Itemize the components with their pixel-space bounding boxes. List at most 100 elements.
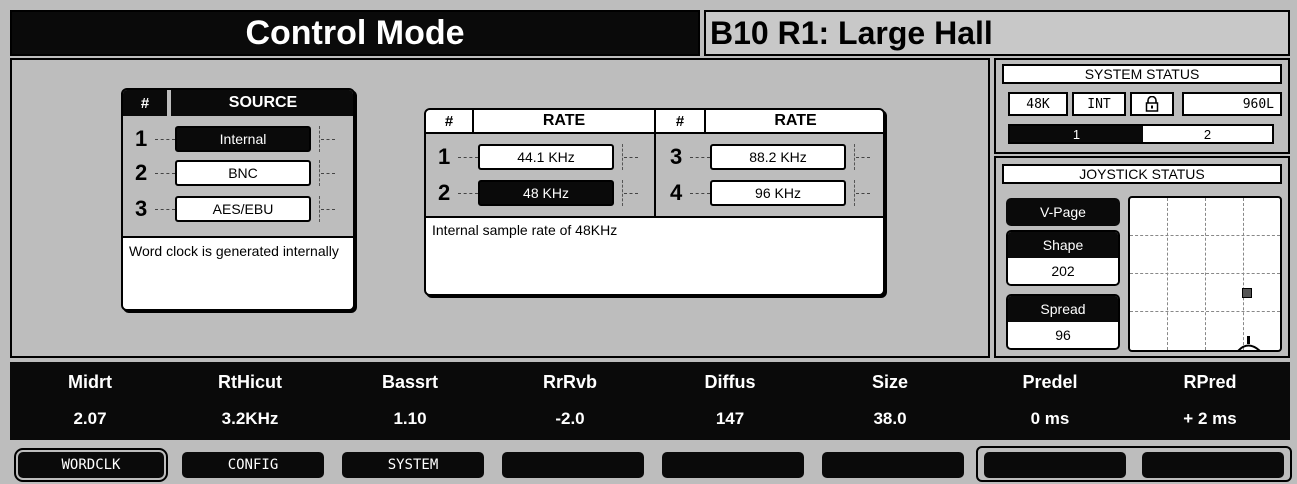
joystick-grid-v3 — [1243, 198, 1244, 350]
shape-value: 202 — [1008, 258, 1118, 284]
rate-option-48[interactable]: 48 KHz — [478, 180, 614, 206]
rate-header-2: RATE — [706, 110, 883, 134]
source-num-1: 1 — [135, 126, 148, 151]
joystick-grid-h1 — [1130, 235, 1280, 236]
rate-box: # RATE # RATE 1 44.1 KHz 2 48 KHz 3 88.2… — [424, 108, 885, 296]
param-rrrvb-value[interactable]: -2.0 — [490, 409, 650, 429]
joystick-grid-h3 — [1130, 311, 1280, 312]
listener-icon — [1237, 336, 1261, 350]
joystick-grid-h2 — [1130, 273, 1280, 274]
source-tick-3 — [319, 196, 320, 222]
param-bassrt-value[interactable]: 1.10 — [330, 409, 490, 429]
parameter-name-row: Midrt RtHicut Bassrt RrRvb Diffus Size P… — [10, 372, 1290, 393]
param-diffus-name: Diffus — [704, 372, 756, 392]
source-connector-1 — [155, 139, 175, 140]
softkey-5[interactable] — [662, 452, 804, 478]
rate-connector-4 — [690, 193, 710, 194]
rate-option-88-2[interactable]: 88.2 KHz — [710, 144, 846, 170]
source-tail-2 — [321, 173, 335, 174]
rate-num-4: 4 — [670, 180, 683, 205]
source-option-aes-ebu[interactable]: AES/EBU — [175, 196, 311, 222]
param-midrt-value[interactable]: 2.07 — [10, 409, 170, 429]
system-status-title: SYSTEM STATUS — [1002, 64, 1282, 84]
softkey-4[interactable] — [502, 452, 644, 478]
rate-num-1: 1 — [438, 144, 451, 169]
softkey-wordclk[interactable]: WORDCLK — [14, 448, 168, 482]
param-rpred-value[interactable]: + 2 ms — [1130, 409, 1290, 429]
spread-control[interactable]: Spread 96 — [1006, 294, 1120, 350]
source-hash-header: # — [123, 90, 169, 116]
rate-tail-3 — [856, 157, 870, 158]
param-size-value[interactable]: 38.0 — [810, 409, 970, 429]
shape-control[interactable]: Shape 202 — [1006, 230, 1120, 286]
param-bassrt-name: Bassrt — [381, 372, 439, 392]
rate-description: Internal sample rate of 48KHz — [426, 216, 883, 294]
spread-label: Spread — [1008, 296, 1118, 322]
lock-indicator — [1130, 92, 1174, 116]
source-description: Word clock is generated internally — [123, 236, 353, 309]
param-midrt-name: Midrt — [68, 372, 112, 392]
rate-option-96[interactable]: 96 KHz — [710, 180, 846, 206]
param-predel-value[interactable]: 0 ms — [970, 409, 1130, 429]
rate-option-44-1[interactable]: 44.1 KHz — [478, 144, 614, 170]
shape-label: Shape — [1008, 232, 1118, 258]
program-title-bar: B10 R1: Large Hall — [704, 10, 1290, 56]
mode-title: Control Mode — [245, 13, 465, 52]
source-tail-1 — [321, 139, 335, 140]
param-predel-name: Predel — [1022, 372, 1078, 392]
rate-num-2: 2 — [438, 180, 451, 205]
param-rthicut-name: RtHicut — [218, 372, 282, 392]
spread-value: 96 — [1008, 322, 1118, 348]
parameter-value-row: 2.07 3.2KHz 1.10 -2.0 147 38.0 0 ms + 2 … — [10, 409, 1290, 429]
rate-tick-3 — [854, 144, 855, 170]
mode-title-bar: Control Mode — [10, 10, 700, 56]
source-tick-2 — [319, 160, 320, 186]
rate-tail-2 — [624, 193, 638, 194]
param-rthicut-value[interactable]: 3.2KHz — [170, 409, 330, 429]
softkey-config[interactable]: CONFIG — [182, 452, 324, 478]
rate-connector-3 — [690, 157, 710, 158]
rate-num-3: 3 — [670, 144, 683, 169]
rate-header-1: RATE — [474, 110, 654, 134]
source-option-bnc[interactable]: BNC — [175, 160, 311, 186]
vpage-button[interactable]: V-Page — [1006, 198, 1120, 226]
softkey-8[interactable] — [1142, 452, 1284, 478]
lock-icon — [1145, 96, 1159, 112]
clock-source-indicator: INT — [1072, 92, 1126, 116]
rate-connector-1 — [458, 157, 478, 158]
softkey-6[interactable] — [822, 452, 964, 478]
param-rpred-name: RPred — [1183, 372, 1237, 392]
source-num-2: 2 — [135, 160, 148, 185]
param-diffus-value[interactable]: 147 — [650, 409, 810, 429]
source-box: # SOURCE 1 Internal 2 BNC 3 AES/EBU Word… — [121, 88, 355, 311]
rate-column-divider — [654, 134, 656, 216]
source-header: SOURCE — [171, 90, 353, 116]
rate-connector-2 — [458, 193, 478, 194]
rate-hash-header-2: # — [654, 110, 706, 134]
rate-tail-1 — [624, 157, 638, 158]
rate-tick-1 — [622, 144, 623, 170]
joystick-status-title: JOYSTICK STATUS — [1002, 164, 1282, 184]
source-connector-3 — [155, 209, 175, 210]
rate-hash-header-1: # — [426, 110, 474, 134]
rate-tick-4 — [854, 180, 855, 206]
rate-tail-4 — [856, 193, 870, 194]
machine-2-tab[interactable]: 2 — [1143, 126, 1272, 142]
rate-tick-2 — [622, 180, 623, 206]
softkey-7[interactable] — [984, 452, 1126, 478]
param-rrrvb-name: RrRvb — [542, 372, 597, 392]
source-tick-1 — [319, 126, 320, 152]
program-title: B10 R1: Large Hall — [710, 14, 993, 51]
parameter-strip: Midrt RtHicut Bassrt RrRvb Diffus Size P… — [10, 362, 1290, 440]
joystick-position-marker[interactable] — [1242, 288, 1252, 298]
source-option-internal[interactable]: Internal — [175, 126, 311, 152]
source-num-3: 3 — [135, 196, 148, 221]
joystick-plot[interactable] — [1128, 196, 1282, 352]
softkey-system[interactable]: SYSTEM — [342, 452, 484, 478]
machine-selector: 1 2 — [1008, 124, 1274, 144]
param-size-name: Size — [871, 372, 909, 392]
sample-rate-indicator: 48K — [1008, 92, 1068, 116]
source-connector-2 — [155, 173, 175, 174]
model-indicator: 960L — [1182, 92, 1282, 116]
machine-1-tab[interactable]: 1 — [1010, 126, 1143, 142]
